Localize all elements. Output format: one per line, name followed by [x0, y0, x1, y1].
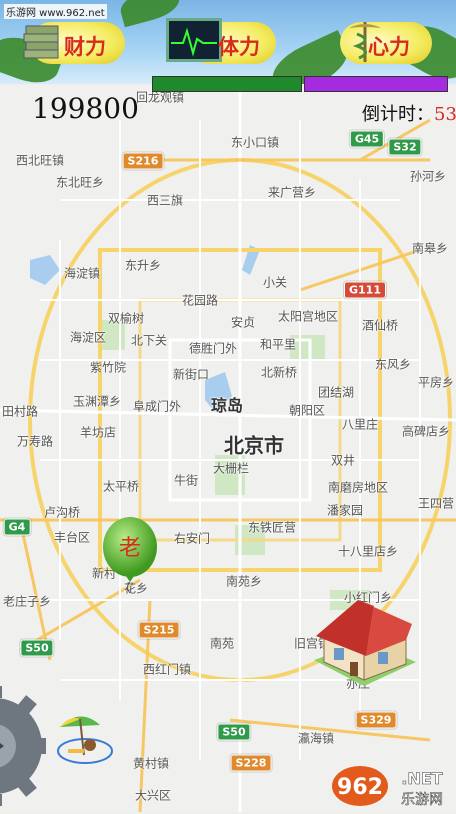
map-label: 北下关	[130, 333, 168, 348]
map-label: 和平里	[259, 337, 297, 352]
map-label: 东铁匠营	[247, 520, 297, 535]
map-label: 西红门镇	[142, 662, 192, 677]
mind-label: 心力	[368, 34, 410, 59]
road-shield: S216	[122, 152, 164, 170]
watermark-brand: 962	[337, 775, 383, 800]
money-counter: 199800	[32, 92, 139, 125]
map-label: 大兴区	[134, 788, 172, 803]
road-shield: S228	[230, 754, 272, 772]
map-label: 南苑乡	[225, 574, 263, 589]
map-label: 朝阳区	[288, 403, 326, 418]
mind-bar	[304, 76, 448, 92]
map-label: 团结湖	[317, 385, 355, 400]
map-label: 羊坊店	[79, 425, 117, 440]
road-shield: S32	[388, 138, 422, 156]
stamina-bar	[152, 76, 302, 92]
map-label: 十八里店乡	[337, 544, 399, 559]
road-shield: G111	[344, 281, 386, 299]
settings-gear-icon[interactable]	[0, 680, 46, 812]
watermark-top: 乐游网 www.962.net	[4, 4, 107, 19]
map-label: 紫竹院	[89, 360, 127, 375]
heart-monitor-icon	[166, 18, 222, 62]
map-label: 双榆树	[107, 311, 145, 326]
map-label: 右安门	[173, 531, 211, 546]
map-label: 潘家园	[326, 503, 364, 518]
map-label: 海淀区	[69, 330, 107, 345]
map-label: 酒仙桥	[361, 318, 399, 333]
map-label: 德胜门外	[188, 341, 238, 356]
map-label: 老庄子乡	[2, 594, 52, 609]
watermark-site: 乐游网	[401, 792, 443, 808]
countdown-value: 533	[434, 104, 456, 125]
map-label: 东小口镇	[230, 135, 280, 150]
road-shield: G45	[349, 130, 385, 148]
map-label: 新街口	[172, 367, 210, 382]
map-label: 丰台区	[53, 530, 91, 545]
map-label: 南皋乡	[411, 241, 449, 256]
watermark-logo: 962 .NET 乐游网	[330, 760, 456, 810]
mind-bar-fill	[305, 77, 447, 91]
house-icon[interactable]	[308, 590, 420, 688]
map-label: 海淀镇	[63, 266, 101, 281]
wealth-label: 财力	[64, 34, 106, 59]
stamina-bar-fill	[153, 77, 301, 91]
road-shield: S50	[20, 639, 54, 657]
map-city-label: 北京市	[224, 433, 284, 458]
map-label: 东北旺乡	[55, 175, 105, 190]
map-label: 田村路	[1, 404, 39, 419]
map-label: 太阳宫地区	[277, 309, 339, 324]
map-label: 孙河乡	[409, 169, 447, 184]
map-label: 双井	[330, 453, 356, 468]
map-label: 西三旗	[146, 193, 184, 208]
map-label: 南磨房地区	[327, 480, 389, 495]
map-label: 来广营乡	[267, 185, 317, 200]
map-label: 大栅栏	[212, 461, 250, 476]
map-label: 卢沟桥	[43, 505, 81, 520]
map-label: 东升乡	[124, 258, 162, 273]
road-shield: S215	[138, 621, 180, 639]
map-label: 高碑店乡	[401, 424, 451, 439]
map-label: 小关	[262, 275, 288, 290]
top-status-bar: 财力 体力 心力 乐游网 www.962.net	[0, 0, 456, 84]
map-label: 瀛海镇	[297, 731, 335, 746]
map-label: 太平桥	[102, 479, 140, 494]
road-shield: S329	[355, 711, 397, 729]
map-label: 东风乡	[374, 357, 412, 372]
map-label: 万寿路	[16, 434, 54, 449]
road-shield: G4	[3, 518, 31, 536]
map-label: 阜成门外	[132, 399, 182, 414]
map-label: 西北旺镇	[15, 153, 65, 168]
map-center-label: 琼岛	[210, 396, 244, 415]
money-stack-icon	[23, 25, 59, 59]
countdown-timer: 倒计时：533	[362, 100, 456, 126]
stamina-label: 体力	[218, 34, 260, 59]
map-label: 南苑	[209, 636, 235, 651]
map-label: 王四营	[417, 496, 455, 511]
map-label: 牛街	[173, 473, 199, 488]
countdown-label: 倒计时：	[362, 104, 434, 125]
vacation-umbrella-icon[interactable]	[54, 705, 116, 767]
map-label: 黄村镇	[132, 756, 170, 771]
map-label: 平房乡	[417, 375, 455, 390]
road-shield: S50	[217, 723, 251, 741]
map-label: 北新桥	[260, 365, 298, 380]
map-label: 花园路	[181, 293, 219, 308]
watermark-domain: .NET	[401, 769, 442, 788]
balloon-text: 老	[119, 536, 141, 561]
player-balloon-marker[interactable]: 老	[101, 515, 159, 593]
map-label: 安贞	[230, 315, 256, 330]
map-label: 玉渊潭乡	[72, 394, 122, 409]
map-label: 八里庄	[341, 417, 379, 432]
